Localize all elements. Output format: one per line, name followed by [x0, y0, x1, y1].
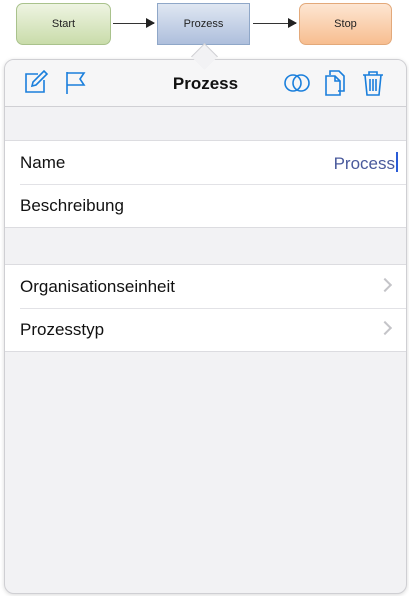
diagram-node-prozess[interactable]: Prozess: [157, 3, 250, 45]
node-label: Start: [51, 18, 76, 30]
properties-group-general: Name Process Beschreibung: [5, 140, 406, 228]
name-label: Name: [20, 152, 66, 172]
trash-icon[interactable]: [359, 69, 387, 97]
description-row[interactable]: Beschreibung: [5, 184, 406, 227]
node-label: Prozess: [183, 18, 224, 30]
process-type-row[interactable]: Prozesstyp: [5, 308, 406, 351]
connector-arrow: [113, 18, 155, 28]
link-icon[interactable]: [283, 69, 311, 97]
name-field[interactable]: Process: [333, 151, 398, 174]
org-unit-row[interactable]: Organisationseinheit: [5, 265, 406, 308]
node-label: Stop: [334, 18, 357, 30]
description-label: Beschreibung: [20, 195, 124, 215]
diagram-node-start[interactable]: Start: [16, 3, 111, 45]
chevron-right-icon: [377, 320, 393, 336]
diagram-node-stop[interactable]: Stop: [299, 3, 392, 45]
connector-arrow: [253, 18, 297, 28]
copy-icon[interactable]: [321, 69, 349, 97]
org-unit-label: Organisationseinheit: [20, 276, 175, 296]
properties-popover: Prozess Name Process Beschreibung Organi…: [4, 59, 407, 594]
chevron-right-icon: [377, 277, 393, 293]
properties-group-classification: Organisationseinheit Prozesstyp: [5, 264, 406, 352]
name-value: Process: [333, 153, 395, 173]
process-type-label: Prozesstyp: [20, 319, 105, 339]
text-cursor: [396, 151, 398, 172]
name-row[interactable]: Name Process: [5, 141, 406, 184]
